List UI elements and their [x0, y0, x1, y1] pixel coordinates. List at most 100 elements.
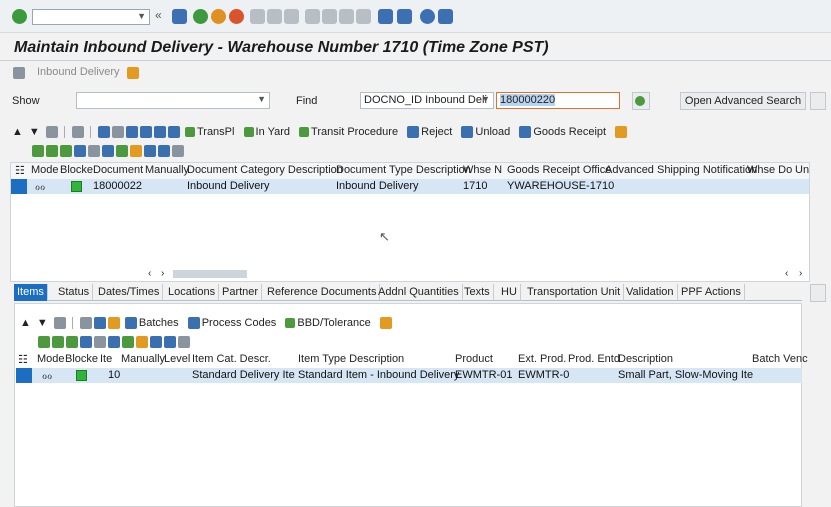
delete-icon[interactable]	[93, 317, 106, 330]
col-item-type[interactable]: Item Type Description	[298, 353, 404, 365]
grid-settings-icon[interactable]: ☷	[18, 353, 28, 366]
tab-addnl-quantities[interactable]: Addnl Quantities	[375, 284, 463, 301]
scroll-up-icon[interactable]: ▲	[12, 126, 23, 138]
subtotal-icon[interactable]	[130, 145, 142, 158]
col-blocked[interactable]: Blocke	[60, 164, 93, 176]
search-start-button[interactable]	[632, 92, 650, 110]
shortcut-icon[interactable]	[397, 9, 412, 24]
find-icon[interactable]	[80, 336, 92, 349]
col-doc-type[interactable]: Document Type Description	[336, 164, 471, 176]
check-icon[interactable]	[12, 9, 27, 24]
scroll-left-icon[interactable]: ‹	[148, 268, 151, 279]
grid-icon[interactable]	[45, 126, 58, 139]
grid-settings-icon[interactable]: ☷	[15, 164, 25, 177]
col-manually[interactable]: Manually	[145, 164, 189, 176]
table-row[interactable]: ℴℴ 18000022 Inbound Delivery Inbound Del…	[11, 179, 809, 194]
show-dropdown[interactable]: ▼	[76, 92, 270, 109]
sum-icon[interactable]	[116, 145, 128, 158]
goods-receipt-button[interactable]: Goods Receipt	[519, 126, 606, 139]
details-icon[interactable]	[32, 145, 44, 158]
command-field[interactable]: ▼	[32, 9, 150, 25]
glasses-icon[interactable]: ℴℴ	[35, 180, 45, 193]
tab-hu[interactable]: HU	[498, 284, 521, 301]
new-session-icon[interactable]	[378, 9, 393, 24]
find-icon[interactable]	[267, 9, 282, 24]
tab-dates-times[interactable]: Dates/Times	[95, 284, 164, 301]
edit-icon[interactable]	[97, 126, 110, 139]
col-doc-category[interactable]: Document Category Description	[187, 164, 343, 176]
find-next-icon[interactable]	[88, 145, 100, 158]
col-item-cat[interactable]: Item Cat. Descr.	[192, 353, 271, 365]
cell-item[interactable]: 10	[108, 369, 120, 381]
tab-status[interactable]: Status	[55, 284, 94, 301]
details-icon[interactable]	[38, 336, 50, 349]
cell-document[interactable]: 18000022	[93, 180, 142, 192]
document-icon[interactable]	[13, 67, 25, 79]
export-icon[interactable]	[144, 145, 156, 158]
tab-ppf-actions[interactable]: PPF Actions	[678, 284, 745, 301]
col-whse-number[interactable]: Whse N	[463, 164, 502, 176]
col-ext-prod[interactable]: Ext. Prod.	[518, 353, 566, 365]
subtotal-icon[interactable]	[136, 336, 148, 349]
sort-asc-icon[interactable]	[52, 336, 64, 349]
exit-icon[interactable]	[211, 9, 226, 24]
transit-procedure-button[interactable]: Transit Procedure	[299, 126, 398, 138]
help-icon[interactable]	[420, 9, 435, 24]
print-icon[interactable]	[250, 9, 265, 24]
find-next-icon[interactable]	[284, 9, 299, 24]
last-page-icon[interactable]	[356, 9, 371, 24]
lock-icon[interactable]	[139, 126, 152, 139]
process-codes-button[interactable]: Process Codes	[187, 317, 276, 330]
scroll-left-end-icon[interactable]: ‹	[785, 268, 788, 279]
tab-partner[interactable]: Partner	[219, 284, 263, 301]
col-un[interactable]: Un	[795, 164, 809, 176]
grid-icon[interactable]	[53, 317, 66, 330]
transpl-button[interactable]: TransPl	[184, 126, 234, 138]
reject-button[interactable]: Reject	[407, 126, 452, 139]
chevron-down-icon[interactable]: ▼	[137, 11, 146, 21]
scroll-right-icon[interactable]: ›	[161, 268, 164, 279]
horizontal-scrollbar[interactable]	[173, 270, 247, 278]
unload-button[interactable]: Unload	[461, 126, 510, 139]
tab-transportation-unit[interactable]: Transportation Unit	[524, 284, 625, 301]
chevron-down-icon[interactable]: ▼	[257, 94, 266, 104]
tab-locations[interactable]: Locations	[165, 284, 220, 301]
col-whse-do[interactable]: Whse Do	[747, 164, 792, 176]
zoom-icon[interactable]	[172, 145, 184, 158]
advanced-search-button[interactable]: Open Advanced Search	[680, 92, 806, 110]
scroll-down-icon[interactable]: ▼	[29, 126, 40, 138]
chevron-down-icon[interactable]: ▼	[481, 94, 490, 104]
col-manually[interactable]: Manually	[121, 353, 165, 365]
col-document[interactable]: Document	[93, 164, 143, 176]
new-doc-icon[interactable]	[71, 126, 84, 139]
split-icon[interactable]	[107, 317, 120, 330]
save-icon[interactable]	[172, 9, 187, 24]
new-doc-icon[interactable]	[79, 317, 92, 330]
search-input[interactable]: 180000220	[496, 92, 620, 109]
menu-icon[interactable]	[379, 317, 392, 330]
find-next-icon[interactable]	[94, 336, 106, 349]
col-gr-office[interactable]: Goods Receipt Office	[507, 164, 611, 176]
sort-desc-icon[interactable]	[66, 336, 78, 349]
table-row[interactable]: ℴℴ 10 Standard Delivery Ite Standard Ite…	[16, 368, 802, 383]
inbound-delivery-button[interactable]: Inbound Delivery	[37, 66, 120, 78]
in-yard-button[interactable]: In Yard	[243, 126, 290, 138]
col-asn[interactable]: Advanced Shipping Notification	[605, 164, 757, 176]
col-level[interactable]: Level	[164, 353, 190, 365]
tab-validation[interactable]: Validation	[623, 284, 678, 301]
scroll-down-icon[interactable]: ▼	[37, 317, 48, 329]
first-page-icon[interactable]	[305, 9, 320, 24]
layout-icon[interactable]	[164, 336, 176, 349]
scroll-up-icon[interactable]: ▲	[20, 317, 31, 329]
col-product[interactable]: Product	[455, 353, 493, 365]
sort-asc-icon[interactable]	[46, 145, 58, 158]
scroll-right-end-icon[interactable]: ›	[799, 268, 802, 279]
row-selector[interactable]	[11, 179, 27, 194]
col-blocked[interactable]: Blocke	[65, 353, 98, 365]
next-page-icon[interactable]	[339, 9, 354, 24]
export-icon[interactable]	[150, 336, 162, 349]
row-selector[interactable]	[16, 368, 32, 383]
batches-button[interactable]: Batches	[124, 317, 179, 330]
find-icon[interactable]	[74, 145, 86, 158]
col-description[interactable]: Description	[618, 353, 673, 365]
